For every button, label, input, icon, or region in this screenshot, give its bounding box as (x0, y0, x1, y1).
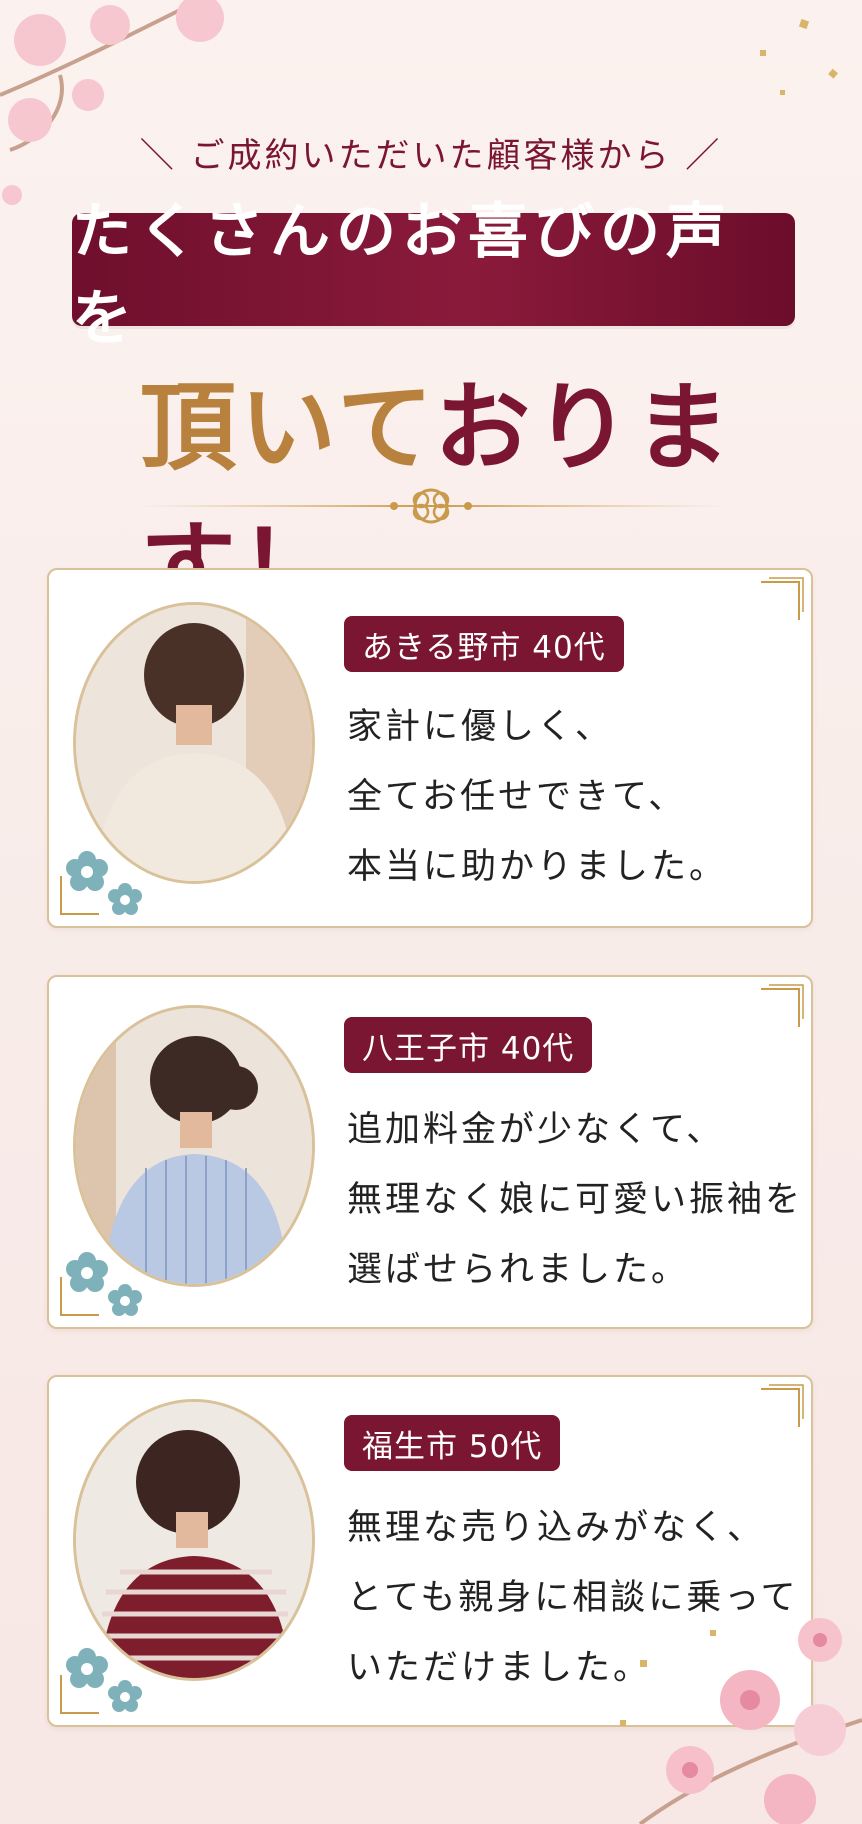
banner-text: たくさんのお喜びの声を (72, 196, 732, 354)
quote-line: 全てお任せできて、 (347, 777, 687, 817)
quote-line: 無理な売り込みがなく、 (347, 1508, 766, 1548)
headline-banner: たくさんのお喜びの声を (72, 196, 795, 354)
testimonial-card: 八王子市 40代 追加料金が少なくて、 無理なく娘に可愛い振袖を 選ばせられまし… (47, 975, 813, 1329)
quote-line: 家計に優しく、 (347, 707, 614, 747)
plum-flower-icon (66, 851, 142, 915)
plum-flower-icon (66, 1648, 142, 1712)
testimonial-section: ＼ ご成約いただいた顧客様から ／ たくさんのお喜びの声を 頂いております！ あ… (0, 0, 862, 1824)
card-corner-ornament (761, 984, 804, 1027)
headline-gold: 頂いて (140, 371, 435, 484)
gold-sparkle-decoration (760, 18, 838, 95)
customer-location-badge: 八王子市 40代 (344, 1017, 593, 1073)
quote-line: 無理なく娘に可愛い振袖を (347, 1180, 804, 1220)
quote-line: 本当に助かりました。 (347, 847, 728, 887)
testimonial-card: あきる野市 40代 家計に優しく、 全てお任せできて、 本当に助かりました。 (47, 568, 813, 928)
sakura-branch-icon (620, 1618, 862, 1824)
quote-line: 追加料金が少なくて、 (347, 1110, 725, 1150)
customer-location-badge: あきる野市 40代 (344, 616, 624, 672)
customer-location-badge: 福生市 50代 (344, 1415, 561, 1471)
card-corner-ornament (761, 577, 804, 620)
quote-line: 選ばせられました。 (347, 1250, 690, 1290)
card-corner-ornament (761, 1384, 804, 1427)
plum-flower-icon (66, 1252, 142, 1316)
knot-ornament-icon (136, 488, 726, 524)
section-subtitle: ＼ ご成約いただいた顧客様から ／ (139, 136, 723, 176)
testimonial-quote: 家計に優しく、 全てお任せできて、 本当に助かりました。 (347, 692, 787, 902)
testimonial-quote: 追加料金が少なくて、 無理なく娘に可愛い振袖を 選ばせられました。 (347, 1095, 804, 1305)
